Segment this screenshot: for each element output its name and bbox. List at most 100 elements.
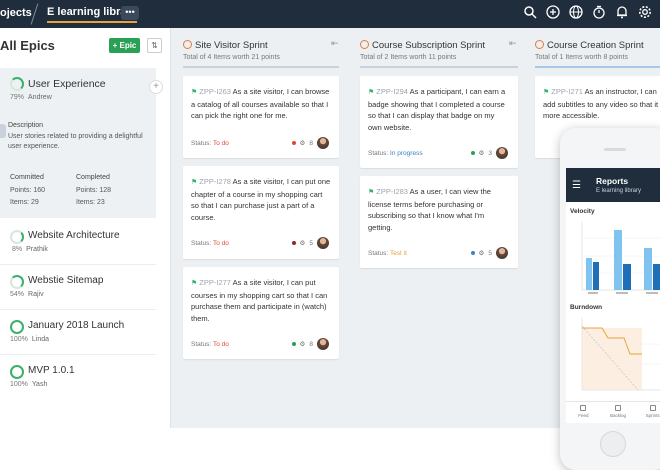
story-points: 5: [488, 249, 492, 257]
burndown-chart: [581, 318, 660, 391]
points-icon: ⚙: [299, 240, 306, 247]
nav-feed[interactable]: Feed: [566, 402, 601, 423]
story-id: ZPP-I277: [199, 278, 231, 287]
flag-icon: ⚑: [368, 89, 375, 96]
priority-dot: [470, 251, 475, 255]
flag-icon: ⚑: [191, 89, 198, 96]
avatar[interactable]: [317, 338, 329, 350]
nav-backlog[interactable]: Backlog: [601, 402, 636, 423]
story-card[interactable]: ⚑ ZPP-I277 As a site visitor, I can put c…: [183, 267, 339, 359]
progress-ring-icon: [10, 320, 24, 334]
add-story-button[interactable]: +: [149, 80, 163, 94]
epic-meta: 8% Prathik: [12, 246, 48, 253]
settings-icon[interactable]: [638, 5, 652, 19]
flag-icon: ⚑: [191, 280, 198, 287]
phone-header: ☰ Reports E learning library: [566, 168, 660, 202]
phone-nav: Feed Backlog Sprints: [566, 401, 660, 423]
description-label: Description: [8, 122, 44, 129]
story-id: ZPP-I294: [376, 87, 408, 96]
nav-label: Sprints: [645, 413, 660, 418]
sprint-icon: [183, 40, 192, 49]
status-label: Status:: [368, 250, 389, 257]
status-value: Test it: [389, 250, 407, 257]
story-card[interactable]: ⚑ ZPP-I278 As a site visitor, I can put o…: [183, 166, 339, 259]
collapse-icon[interactable]: ⇤: [509, 38, 517, 49]
committed-items: Items: 29: [10, 199, 39, 206]
sprint-summary: Total of 2 Items worth 11 points: [360, 54, 457, 61]
status-value: In progress: [390, 150, 423, 157]
nav-sprints[interactable]: Sprints: [635, 402, 660, 423]
epic-owner: Linda: [31, 336, 50, 343]
add-epic-button[interactable]: + Epic: [109, 38, 140, 53]
backlog-icon: [615, 405, 621, 411]
description-text: User stories related to providing a deli…: [8, 133, 143, 150]
collapse-arrow[interactable]: [0, 124, 6, 138]
phone-screen: ☰ Reports E learning library Velocity Bu…: [566, 168, 660, 423]
story-status: Status: Test it: [368, 250, 407, 257]
progress-ring-icon: [10, 230, 24, 244]
collapse-icon[interactable]: ⇤: [331, 38, 339, 49]
status-label: Status:: [191, 240, 212, 247]
epic-item[interactable]: Webstie Sitemap 54% Rajiv: [0, 265, 156, 310]
nav-label: Backlog: [610, 413, 627, 418]
story-card[interactable]: ⚑ ZPP-I283 As a user, I can view the lice…: [360, 176, 518, 268]
epic-title: Webstie Sitemap: [28, 275, 104, 286]
story-text-wrap: ⚑ ZPP-I271 As an instructor, I can add su…: [543, 86, 660, 122]
nav-label: Feed: [578, 413, 589, 418]
epics-panel: All Epics + Epic ⇅ User Experience 79% An…: [0, 28, 170, 428]
menu-icon[interactable]: ☰: [572, 180, 581, 191]
epic-selected-user-experience[interactable]: User Experience 79% Andrew Description Us…: [0, 68, 156, 218]
epics-title: All Epics: [0, 38, 55, 53]
add-icon[interactable]: [546, 5, 560, 19]
epic-item[interactable]: MVP 1.0.1 100% Yash: [0, 355, 156, 400]
priority-dot: [291, 342, 296, 346]
story-meta: ⚙ 8: [291, 137, 329, 149]
timer-icon[interactable]: [592, 5, 606, 19]
sprint-title[interactable]: Course Subscription Sprint: [360, 40, 485, 51]
points-icon: ⚙: [478, 250, 485, 257]
epic-item[interactable]: January 2018 Launch 100% Linda: [0, 310, 156, 355]
committed-points: Points: 160: [10, 187, 46, 194]
epic-meta: 100% Linda: [10, 336, 49, 343]
progress-ring-icon: [10, 275, 24, 289]
story-card[interactable]: ⚑ ZPP-I263 As a site visitor, I can brows…: [183, 76, 339, 158]
story-meta: ⚙ 5: [470, 247, 508, 259]
sprint-title[interactable]: Course Creation Sprint: [535, 40, 644, 51]
sprint-progress: [535, 66, 660, 68]
phone-title: Reports: [596, 176, 629, 186]
feed-icon: [580, 405, 587, 411]
epic-percent: 54%: [10, 291, 25, 298]
projects-link[interactable]: ojects: [0, 7, 32, 19]
priority-dot: [291, 241, 296, 245]
epic-owner: Prathik: [26, 246, 48, 253]
points-icon: ⚙: [478, 150, 485, 157]
globe-icon[interactable]: [569, 5, 583, 19]
avatar[interactable]: [496, 247, 508, 259]
story-card[interactable]: ⚑ ZPP-I294 As a participant, I can earn a…: [360, 76, 518, 168]
story-status: Status: To do: [191, 341, 229, 348]
sort-button[interactable]: ⇅: [147, 38, 162, 53]
story-text-wrap: ⚑ ZPP-I278 As a site visitor, I can put o…: [191, 176, 331, 223]
avatar[interactable]: [317, 137, 329, 149]
priority-dot: [470, 151, 475, 155]
search-icon[interactable]: [523, 5, 537, 19]
completed-items: Items: 23: [76, 199, 105, 206]
avatar[interactable]: [317, 237, 329, 249]
bell-icon[interactable]: [615, 5, 629, 19]
velocity-chart: [581, 222, 660, 294]
story-status: Status: In progress: [368, 150, 423, 157]
story-status: Status: To do: [191, 140, 229, 147]
epic-item[interactable]: Website Architecture 8% Prathik: [0, 220, 156, 265]
more-menu-button[interactable]: •••: [121, 6, 139, 20]
completed-label: Completed: [76, 174, 110, 181]
status-label: Status:: [191, 140, 212, 147]
epic-owner: Andrew: [28, 94, 52, 101]
avatar[interactable]: [496, 147, 508, 159]
story-text-wrap: ⚑ ZPP-I277 As a site visitor, I can put c…: [191, 277, 331, 324]
sprint-title[interactable]: Site Visitor Sprint: [183, 40, 268, 51]
epic-title: Website Architecture: [28, 230, 120, 241]
sprint-summary: Total of 4 Items worth 21 points: [183, 54, 280, 61]
phone-mockup: ☰ Reports E learning library Velocity Bu…: [560, 128, 660, 470]
story-text-wrap: ⚑ ZPP-I294 As a participant, I can earn a…: [368, 86, 510, 133]
story-text-wrap: ⚑ ZPP-I263 As a site visitor, I can brows…: [191, 86, 331, 122]
